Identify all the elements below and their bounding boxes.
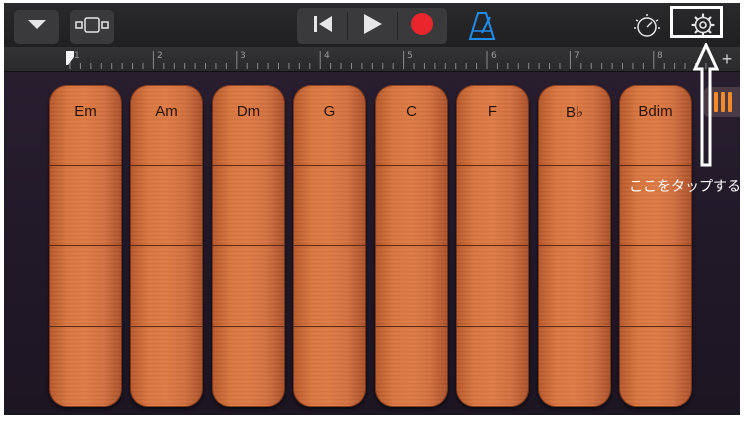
annotation-highlight-box [670,6,723,38]
chord-strip-segment[interactable] [538,245,611,327]
ruler-mark: 7 [574,51,580,61]
ruler-mark: 2 [157,51,163,61]
ruler-mark: 6 [491,51,497,61]
chord-strip-segment[interactable] [130,165,203,246]
chord-strip-segment[interactable] [375,245,448,327]
chord-strip-f[interactable]: F [456,85,529,407]
chord-strip-segment[interactable] [456,245,529,327]
chord-strip-segment[interactable] [619,245,692,327]
tracks-view-icon [75,15,109,40]
control-bar [4,3,740,47]
metronome-button[interactable] [468,11,496,41]
chord-strip-segment[interactable] [375,85,448,166]
ruler-ticks [69,51,707,69]
ruler-mark: 3 [240,51,246,61]
chord-strip-segment[interactable] [49,245,122,327]
chord-strip-segment[interactable] [49,85,122,166]
chord-strip-dm[interactable]: Dm [212,85,285,407]
chord-label: G [323,103,336,120]
chord-strip-bdim[interactable]: Bdim [619,85,692,407]
chord-strip-segment[interactable] [293,245,366,327]
chord-strip-segment[interactable] [212,165,285,246]
chord-strip-segment[interactable] [293,85,366,166]
timeline-ruler[interactable]: 1 2 3 4 5 6 7 8 [4,47,740,72]
tracks-view-button[interactable] [70,10,114,44]
chord-strip-segment[interactable] [130,245,203,327]
chord-strip-bflat[interactable]: B♭ [538,85,611,407]
go-to-beginning-button[interactable] [299,8,347,44]
garageband-window: 1 2 3 4 5 6 7 8 + Em Am Dm G C F B♭ Bdim… [4,3,740,415]
chord-strip-segment[interactable] [456,165,529,246]
chord-strip-segment[interactable] [293,165,366,246]
chord-strip-segment[interactable] [538,165,611,246]
chord-strip-segment[interactable] [456,85,529,166]
chord-strip-segment[interactable] [619,85,692,166]
playhead[interactable] [64,51,76,74]
ruler-mark: 5 [407,51,413,61]
play-icon [361,13,383,40]
chord-label: B♭ [565,104,584,121]
metronome-icon [468,12,496,45]
transport-controls [297,8,447,44]
chord-label: Bdim [638,103,673,120]
chevron-down-icon [27,18,47,36]
chord-label: Em [74,103,97,120]
my-songs-menu-button[interactable] [14,10,59,44]
chord-strip-segment[interactable] [212,85,285,166]
master-volume-button[interactable] [632,11,662,41]
chord-label: Am [155,103,178,120]
annotation-text: ここをタップする [629,179,740,195]
chord-strip-am[interactable]: Am [130,85,203,407]
chord-strip-segment[interactable] [130,85,203,166]
ruler-mark: 8 [657,51,663,61]
chord-strip-segment[interactable] [538,85,611,166]
chord-strip-c[interactable]: C [375,85,448,407]
go-to-beginning-icon [312,14,334,39]
annotation-arrow [692,41,720,174]
chord-strip-em[interactable]: Em [49,85,122,407]
chord-label: F [487,103,498,120]
play-button[interactable] [348,8,396,44]
record-button[interactable] [398,8,446,44]
chord-strip-g[interactable]: G [293,85,366,407]
chord-strip-segment[interactable] [49,165,122,246]
record-icon [410,12,434,41]
chord-strip-segment[interactable] [212,245,285,327]
chord-strip-segment[interactable] [375,165,448,246]
chord-label: C [406,103,417,120]
ruler-mark: 4 [324,51,330,61]
master-volume-icon [632,14,662,45]
chord-label: Dm [236,103,261,120]
